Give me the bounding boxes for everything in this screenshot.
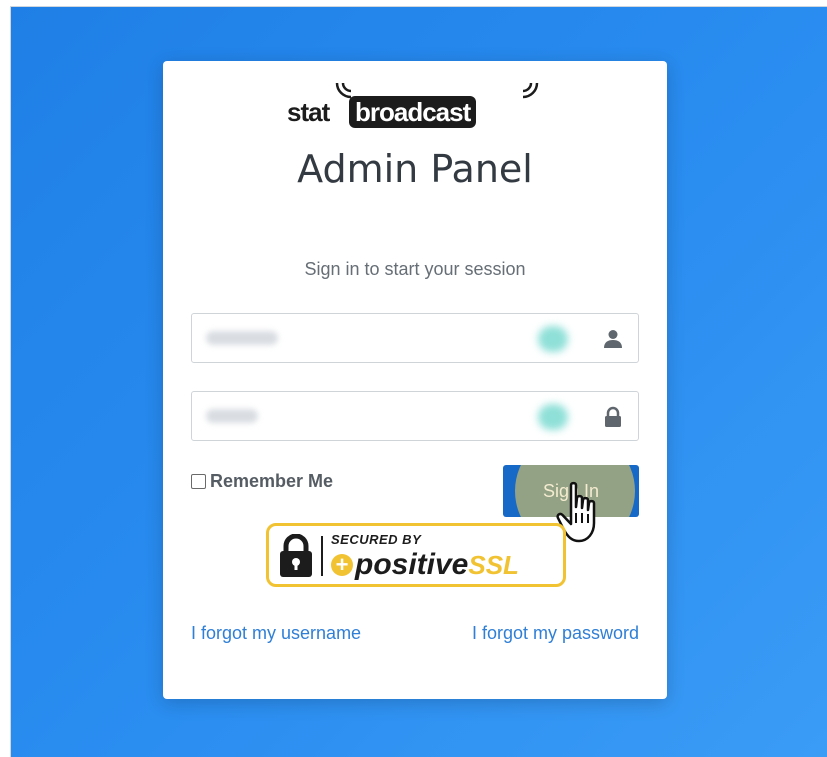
logo-text-broadcast: broadcast xyxy=(349,96,477,128)
signal-wave-left-icon xyxy=(335,82,352,99)
forgot-password-link[interactable]: I forgot my password xyxy=(472,623,639,644)
ssl-brand-ssl: SSL xyxy=(468,550,519,580)
ssl-secured-by-text: SECURED BY xyxy=(331,532,422,547)
page-title: Admin Panel xyxy=(297,147,533,191)
forgot-username-link[interactable]: I forgot my username xyxy=(191,623,361,644)
padlock-icon xyxy=(280,534,312,577)
username-field[interactable] xyxy=(191,313,639,363)
page-background: stat broadcast Admin Panel Sign in to st… xyxy=(10,6,827,757)
remember-me-label[interactable]: Remember Me xyxy=(210,471,333,492)
remember-me[interactable]: Remember Me xyxy=(191,469,333,493)
user-icon xyxy=(604,330,622,348)
username-input[interactable] xyxy=(192,314,638,362)
login-subtitle: Sign in to start your session xyxy=(304,259,526,279)
password-field[interactable] xyxy=(191,391,639,441)
remember-me-checkbox[interactable] xyxy=(191,473,206,489)
signal-wave-right-icon xyxy=(522,82,539,99)
statbroadcast-logo: stat broadcast xyxy=(287,77,547,129)
ssl-brand: + positiveSSL xyxy=(331,548,519,582)
positive-ssl-badge[interactable]: SECURED BY + positiveSSL xyxy=(266,523,566,587)
plus-circle-icon: + xyxy=(331,554,353,576)
lock-icon xyxy=(605,406,621,427)
logo-text-stat: stat xyxy=(287,97,330,127)
ssl-divider xyxy=(321,536,323,576)
password-input[interactable] xyxy=(192,392,638,440)
login-card: stat broadcast Admin Panel Sign in to st… xyxy=(163,61,667,699)
ssl-brand-positive: positive xyxy=(355,548,469,581)
